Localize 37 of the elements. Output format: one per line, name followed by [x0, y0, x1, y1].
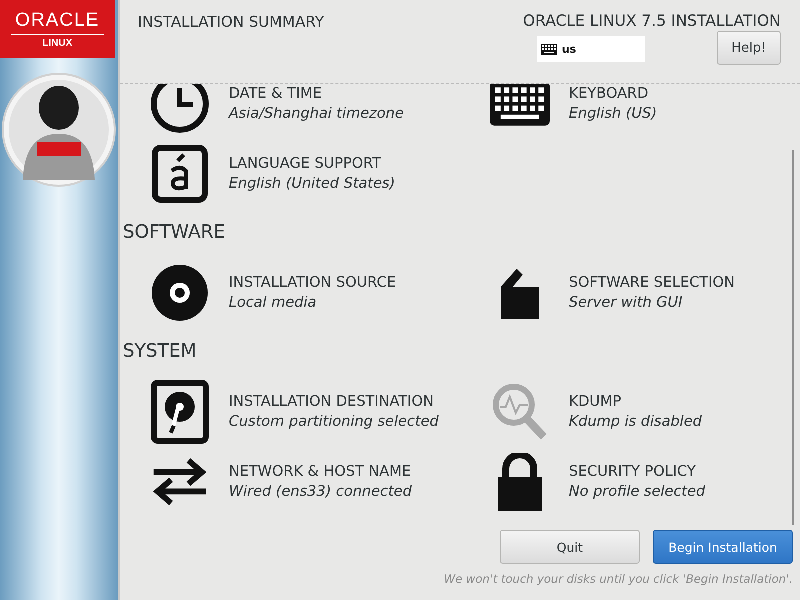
disc-icon [151, 264, 209, 322]
keyboard-icon [490, 84, 550, 128]
magnifier-icon [492, 383, 548, 441]
quit-button[interactable]: Quit [500, 530, 640, 564]
spoke-status: No profile selected [569, 483, 706, 502]
spoke-title-link[interactable]: LANGUAGE SUPPORT [229, 154, 396, 174]
section-heading: SOFTWARE [122, 221, 226, 245]
spoke-title-link[interactable]: SECURITY POLICY [569, 462, 706, 482]
spoke-title-link[interactable]: INSTALLATION SOURCE [229, 273, 396, 293]
clock-icon [150, 84, 210, 134]
section-heading: SYSTEM [122, 340, 198, 364]
spoke-status: Asia/Shanghai timezone [229, 105, 404, 124]
scrollbar[interactable] [792, 150, 794, 525]
spoke-title-link[interactable]: SOFTWARE SELECTION [569, 273, 735, 293]
keyboard-layout-indicator[interactable]: us [537, 36, 645, 62]
spoke-title-link[interactable]: KDUMP [569, 392, 702, 412]
footer-note: We won't touch your disks until you click 'Begin Installation'. [444, 572, 793, 586]
spoke-title-link[interactable]: KEYBOARD [569, 84, 658, 104]
keyboard-icon [541, 44, 557, 54]
spoke-status: Wired (ens33) connected [229, 483, 412, 502]
spoke-status: Server with GUI [569, 294, 684, 313]
begin-button[interactable]: Begin Installation [653, 530, 793, 564]
help-button[interactable]: Help! [717, 31, 781, 65]
spoke-title-link[interactable]: DATE & TIME [229, 84, 404, 104]
lock-icon [496, 453, 544, 511]
language-icon [152, 145, 208, 203]
spoke-status: Kdump is disabled [569, 413, 702, 432]
page-title: INSTALLATION SUMMARY [138, 13, 324, 33]
product-title: ORACLE LINUX 7.5 INSTALLATION [523, 12, 781, 30]
spoke-status: English (United States) [229, 175, 396, 194]
spoke-status: English (US) [569, 105, 658, 124]
spoke-title-link[interactable]: NETWORK & HOST NAME [229, 462, 412, 482]
spoke-status: Local media [229, 294, 318, 313]
spoke-title-link[interactable]: INSTALLATION DESTINATION [229, 392, 439, 412]
logo-brand: ORACLE [11, 10, 104, 34]
logo-product: LINUX [42, 38, 72, 48]
spoke-status: Custom partitioning selected [229, 413, 439, 432]
